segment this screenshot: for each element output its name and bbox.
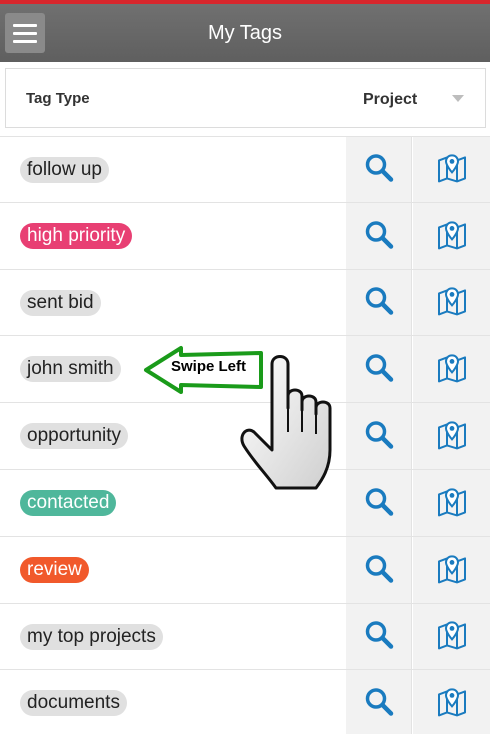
caret-down-icon[interactable] [452, 95, 464, 102]
tag-row[interactable]: my top projects [0, 603, 490, 671]
tag-label: high priority [20, 222, 133, 249]
search-button[interactable] [346, 202, 412, 269]
search-icon [365, 421, 393, 449]
search-icon [365, 287, 393, 316]
tag-label: john smith [20, 356, 121, 383]
tag-row[interactable]: review [0, 536, 490, 604]
map-pin-icon [437, 154, 466, 183]
search-icon [365, 354, 393, 383]
tag-row[interactable]: documents [0, 670, 490, 734]
map-button[interactable] [413, 336, 490, 403]
column-header-project[interactable]: Project [363, 69, 417, 129]
map-pin-icon [437, 287, 466, 316]
search-button[interactable] [346, 137, 412, 202]
search-icon [365, 488, 393, 516]
map-pin-icon [437, 488, 466, 517]
map-pin-icon [437, 354, 466, 383]
menu-button[interactable] [5, 13, 45, 53]
search-icon [365, 154, 393, 183]
map-pin-icon [437, 621, 466, 650]
map-pin-icon [437, 688, 466, 717]
column-header-tag-type: Tag Type [26, 90, 90, 107]
column-header: Tag Type Project [5, 68, 486, 128]
tag-row[interactable]: high priority [0, 202, 490, 270]
search-icon [365, 621, 393, 650]
tag-row[interactable]: follow up [0, 136, 490, 203]
search-button[interactable] [346, 536, 412, 603]
map-button[interactable] [413, 137, 490, 202]
tag-label: review [20, 556, 89, 583]
search-button[interactable] [346, 336, 412, 403]
map-button[interactable] [413, 536, 490, 603]
search-button[interactable] [346, 603, 412, 670]
map-button[interactable] [413, 603, 490, 670]
tag-label: sent bid [20, 289, 101, 316]
map-pin-icon [437, 221, 466, 250]
tag-label: contacted [20, 489, 117, 516]
map-button[interactable] [413, 469, 490, 536]
search-button[interactable] [346, 269, 412, 336]
map-button[interactable] [413, 670, 490, 734]
tag-label: opportunity [20, 423, 129, 450]
search-icon [365, 220, 393, 249]
search-button[interactable] [346, 469, 412, 536]
map-button[interactable] [413, 202, 490, 269]
swipe-left-label: Swipe Left [171, 358, 247, 375]
hand-pointer-icon [240, 355, 332, 490]
search-icon [365, 554, 393, 583]
tag-label: follow up [20, 157, 109, 183]
tag-row[interactable]: sent bid [0, 269, 490, 337]
search-button[interactable] [346, 670, 412, 734]
tag-label: documents [20, 690, 127, 717]
map-button[interactable] [413, 269, 490, 336]
search-icon [365, 688, 393, 717]
search-button[interactable] [346, 403, 412, 469]
map-pin-icon [437, 421, 466, 450]
tag-label: my top projects [20, 623, 163, 650]
app-bar: My Tags [0, 4, 490, 62]
map-pin-icon [437, 555, 466, 584]
page-title: My Tags [207, 22, 283, 44]
map-button[interactable] [413, 403, 490, 469]
